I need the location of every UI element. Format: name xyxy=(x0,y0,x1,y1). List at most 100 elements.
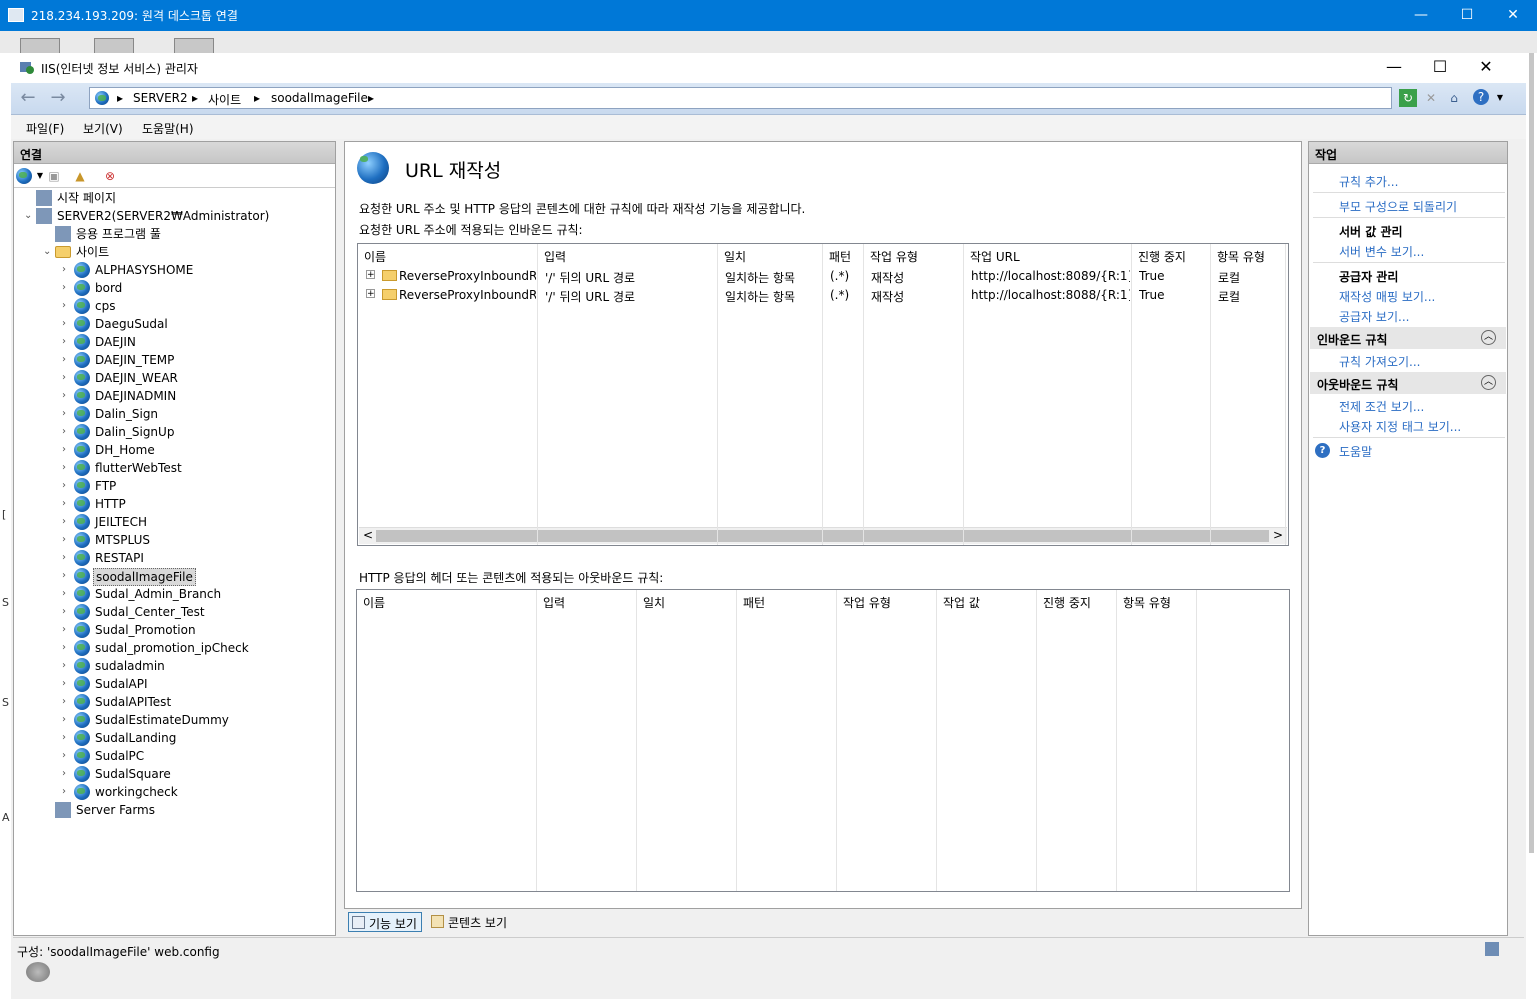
tree-item-site[interactable]: › SudalAPI xyxy=(14,675,334,693)
expand-icon[interactable]: › xyxy=(62,423,72,441)
view-providers-link[interactable]: 공급자 보기... xyxy=(1339,308,1409,325)
import-rules-link[interactable]: 규칙 가져오기... xyxy=(1339,353,1421,370)
tree-item-site[interactable]: › MTSPLUS xyxy=(14,531,334,549)
expand-icon[interactable]: › xyxy=(62,603,72,621)
view-server-variables-link[interactable]: 서버 변수 보기... xyxy=(1339,243,1424,260)
collapse-icon[interactable]: ︿ xyxy=(1481,330,1496,345)
tree-item-site[interactable]: › DaeguSudal xyxy=(14,315,334,333)
expand-icon[interactable]: › xyxy=(62,459,72,477)
tree-item-app-pools[interactable]: 응용 프로그램 풀 xyxy=(14,225,334,243)
help-icon[interactable]: ? xyxy=(1473,89,1489,105)
expand-icon[interactable]: › xyxy=(62,297,72,315)
tree-item-site[interactable]: › DAEJINADMIN xyxy=(14,387,334,405)
expand-icon[interactable]: › xyxy=(62,351,72,369)
tree-item-site[interactable]: › cps xyxy=(14,297,334,315)
outbound-rules-grid[interactable]: 이름 입력 일치 패턴 작업 유형 작업 값 진행 중지 항목 유형 xyxy=(356,589,1290,892)
desktop-icon[interactable] xyxy=(174,38,214,54)
column-header[interactable]: 진행 중지 xyxy=(1132,244,1211,266)
back-button[interactable]: ← xyxy=(15,88,41,110)
forward-button[interactable]: → xyxy=(45,88,71,110)
disconnect-icon[interactable]: ⊗ xyxy=(102,168,118,184)
tree-item-site[interactable]: › Dalin_SignUp xyxy=(14,423,334,441)
tree-item-site[interactable]: › DAEJIN xyxy=(14,333,334,351)
help-link[interactable]: 도움말 xyxy=(1339,443,1372,460)
column-header[interactable]: 입력 xyxy=(538,244,718,266)
expand-icon[interactable]: › xyxy=(62,639,72,657)
expand-icon[interactable]: › xyxy=(62,621,72,639)
expand-icon[interactable]: ⌄ xyxy=(24,207,34,225)
expand-icon[interactable]: + xyxy=(366,270,375,279)
tree-item-site[interactable]: › Sudal_Promotion xyxy=(14,621,334,639)
tree-item-site[interactable]: › Sudal_Admin_Branch xyxy=(14,585,334,603)
expand-icon[interactable]: › xyxy=(62,279,72,297)
column-header[interactable]: 항목 유형 xyxy=(1117,590,1197,612)
tree-item-site[interactable]: › SudalLanding xyxy=(14,729,334,747)
close-button[interactable]: ✕ xyxy=(1463,53,1509,83)
expand-icon[interactable]: › xyxy=(62,567,72,585)
revert-to-parent-link[interactable]: 부모 구성으로 되돌리기 xyxy=(1339,198,1457,215)
tree-item-site[interactable]: › sudaladmin xyxy=(14,657,334,675)
expand-icon[interactable]: › xyxy=(62,513,72,531)
breadcrumb-item-sites[interactable]: 사이트 xyxy=(208,91,241,108)
tree-item-server-farms[interactable]: Server Farms xyxy=(14,801,334,819)
tree-item-site[interactable]: › SudalEstimateDummy xyxy=(14,711,334,729)
column-header[interactable]: 입력 xyxy=(537,590,637,612)
menu-help[interactable]: 도움말(H) xyxy=(142,120,194,137)
menu-view[interactable]: 보기(V) xyxy=(83,120,123,137)
tree-item-site[interactable]: › DAEJIN_TEMP xyxy=(14,351,334,369)
expand-icon[interactable]: › xyxy=(62,765,72,783)
tree-item-site[interactable]: › ALPHASYSHOME xyxy=(14,261,334,279)
up-folder-icon[interactable]: ▲ xyxy=(72,168,88,184)
view-custom-tags-link[interactable]: 사용자 지정 태그 보기... xyxy=(1339,418,1461,435)
tree-item-site[interactable]: › Dalin_Sign xyxy=(14,405,334,423)
expand-icon[interactable]: ⌄ xyxy=(43,243,53,261)
tree-item-site[interactable]: › JEILTECH xyxy=(14,513,334,531)
minimize-button[interactable]: — xyxy=(1371,53,1417,83)
chevron-down-icon[interactable]: ▼ xyxy=(1491,89,1509,107)
add-rule-link[interactable]: 규칙 추가... xyxy=(1339,173,1398,190)
expand-icon[interactable]: › xyxy=(62,585,72,603)
expand-icon[interactable]: › xyxy=(62,747,72,765)
column-header[interactable]: 일치 xyxy=(637,590,737,612)
expand-icon[interactable]: › xyxy=(62,477,72,495)
tree-item-sites[interactable]: ⌄ 사이트 xyxy=(14,243,334,261)
expand-icon[interactable]: › xyxy=(62,387,72,405)
column-header[interactable]: 작업 유형 xyxy=(864,244,964,266)
rdp-minimize-button[interactable]: — xyxy=(1398,0,1444,31)
expand-icon[interactable]: › xyxy=(62,711,72,729)
tree-item-site[interactable]: › SudalSquare xyxy=(14,765,334,783)
home-icon[interactable]: ⌂ xyxy=(1445,89,1463,107)
desktop-icon[interactable] xyxy=(20,38,60,54)
connect-icon[interactable] xyxy=(16,168,32,184)
expand-icon[interactable]: › xyxy=(62,693,72,711)
column-header[interactable]: 작업 유형 xyxy=(837,590,937,612)
view-rewrite-maps-link[interactable]: 재작성 매핑 보기... xyxy=(1339,288,1435,305)
menu-file[interactable]: 파일(F) xyxy=(26,120,64,137)
tree-item-site[interactable]: › flutterWebTest xyxy=(14,459,334,477)
column-header[interactable]: 패턴 xyxy=(737,590,837,612)
tree-item-start-page[interactable]: 시작 페이지 xyxy=(14,189,334,207)
column-header[interactable]: 이름 xyxy=(357,590,537,612)
expand-icon[interactable]: › xyxy=(62,315,72,333)
tab-content-view[interactable]: 콘텐츠 보기 xyxy=(428,912,511,932)
stop-icon[interactable]: ✕ xyxy=(1422,89,1440,107)
tree-item-site[interactable]: › FTP xyxy=(14,477,334,495)
column-header[interactable]: 항목 유형 xyxy=(1211,244,1286,266)
column-header[interactable]: 작업 값 xyxy=(937,590,1037,612)
column-header[interactable]: 이름 xyxy=(358,244,538,266)
expand-icon[interactable]: › xyxy=(62,261,72,279)
rdp-close-button[interactable]: ✕ xyxy=(1490,0,1536,31)
column-header[interactable]: 작업 URL xyxy=(964,244,1132,266)
expand-icon[interactable]: › xyxy=(62,441,72,459)
breadcrumb[interactable]: ▸ SERVER2 ▸ 사이트 ▸ soodalImageFile ▸ xyxy=(89,87,1392,109)
collapse-icon[interactable]: ︿ xyxy=(1481,375,1496,390)
view-preconditions-link[interactable]: 전제 조건 보기... xyxy=(1339,398,1424,415)
expand-icon[interactable]: › xyxy=(62,729,72,747)
rdp-maximize-button[interactable]: ☐ xyxy=(1444,0,1490,31)
tree-item-site[interactable]: › RESTAPI xyxy=(14,549,334,567)
inbound-rules-section[interactable]: 인바운드 규칙 ︿ xyxy=(1310,327,1506,349)
breadcrumb-item-server[interactable]: SERVER2 xyxy=(133,91,188,105)
expand-icon[interactable]: › xyxy=(62,531,72,549)
tree-item-site[interactable]: › sudal_promotion_ipCheck xyxy=(14,639,334,657)
tree-item-site[interactable]: › soodalImageFile xyxy=(14,567,334,586)
